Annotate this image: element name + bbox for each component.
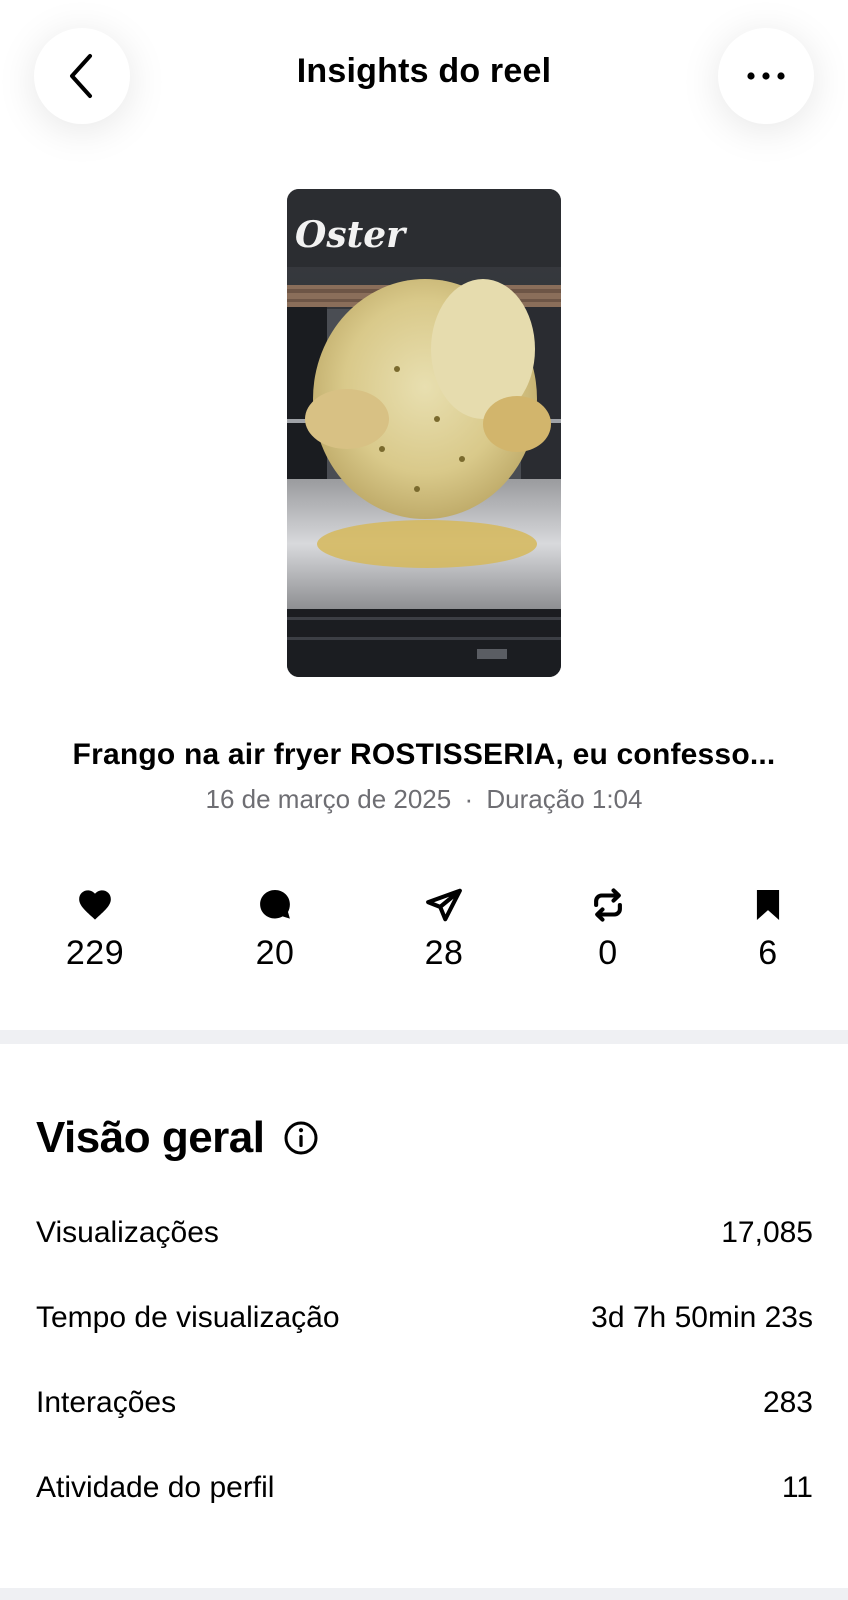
reel-thumbnail-image: Oster [287,189,561,677]
comment-icon [260,889,290,919]
comments-count: 20 [255,934,295,972]
reel-meta: 16 de março de 2025 · Duração 1:04 [0,784,848,815]
reposts-count: 0 [598,934,618,972]
info-icon[interactable] [283,1120,319,1156]
reel-thumbnail[interactable]: Oster [287,189,561,677]
overview-title-text: Visão geral [36,1113,265,1162]
reel-date: 16 de março de 2025 [205,784,452,814]
stat-likes: 229 [35,886,155,973]
meta-separator: · [464,784,474,814]
overview-row-watch-time[interactable]: Tempo de visualização 3d 7h 50min 23s [36,1301,813,1335]
share-icon [426,888,462,922]
saves-count: 6 [758,934,778,972]
overview-row-interactions[interactable]: Interações 283 [36,1386,813,1420]
row-value: 11 [781,1471,813,1504]
more-horizontal-icon [747,72,785,80]
stat-saves: 6 [708,886,828,973]
heart-icon [79,890,111,920]
reel-title: Frango na air fryer ROSTISSERIA, eu conf… [72,738,776,771]
row-label: Interações [36,1386,177,1419]
overview-section-title: Visão geral [36,1113,319,1163]
row-value: 17,085 [721,1216,813,1249]
section-divider [0,1588,848,1600]
reel-duration: Duração 1:04 [486,784,643,814]
reel-insights-screen: Insights do reel Oster Frango na air fry… [0,0,848,1600]
thumbnail-brand-text: Oster [295,214,408,256]
more-options-button[interactable] [718,28,814,124]
repost-icon [594,888,622,922]
shares-count: 28 [424,934,464,972]
header: Insights do reel [0,0,848,160]
overview-row-profile-activity[interactable]: Atividade do perfil 11 [36,1471,813,1505]
row-value: 3d 7h 50min 23s [591,1301,813,1334]
bookmark-icon [756,889,780,921]
stat-reposts: 0 [548,886,668,973]
row-label: Visualizações [36,1216,219,1249]
row-label: Tempo de visualização [36,1301,340,1334]
stat-comments: 20 [215,886,335,973]
stat-shares: 28 [384,886,504,973]
overview-row-views[interactable]: Visualizações 17,085 [36,1216,813,1250]
row-label: Atividade do perfil [36,1471,275,1504]
section-divider [0,1030,848,1044]
likes-count: 229 [65,934,125,972]
row-value: 283 [762,1386,813,1419]
